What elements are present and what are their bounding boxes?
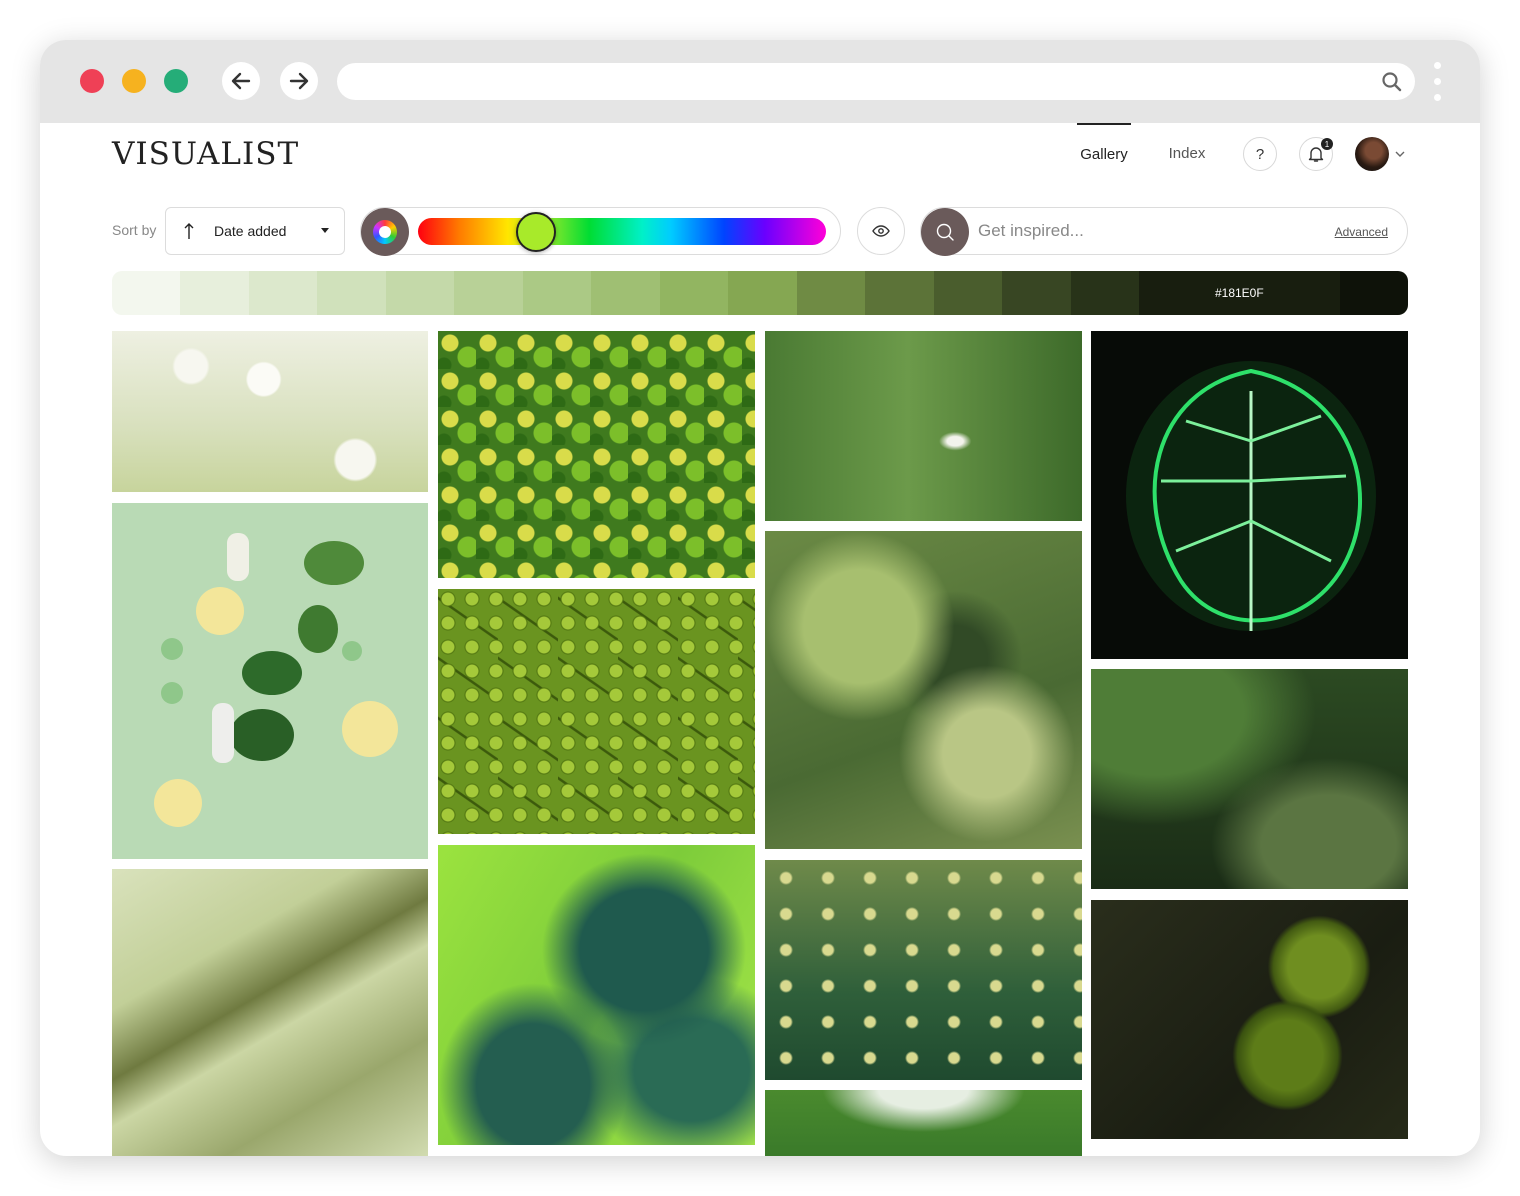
palette-swatch[interactable]	[1002, 271, 1071, 315]
arrow-right-icon	[289, 72, 309, 90]
palette-swatch[interactable]	[796, 271, 866, 315]
color-wheel-button[interactable]	[361, 208, 409, 256]
search-button[interactable]	[921, 208, 969, 256]
address-bar[interactable]	[337, 63, 1415, 100]
palette-swatch[interactable]	[522, 271, 592, 315]
palette-swatch[interactable]	[112, 271, 181, 315]
help-icon: ?	[1255, 145, 1265, 163]
gallery-image-vegetable-flatlay[interactable]	[112, 503, 428, 859]
palette-swatch[interactable]	[385, 271, 455, 315]
selected-color-hex: #181E0F	[1214, 286, 1264, 300]
gallery-image-green-lego-bricks[interactable]	[438, 589, 755, 834]
palette-swatch[interactable]	[865, 271, 934, 315]
palette-swatch-selected[interactable]: #181E0F	[1139, 271, 1340, 315]
notification-count-badge: 1	[1321, 138, 1333, 150]
gallery-image-tree-canopy[interactable]	[765, 1090, 1082, 1156]
palette-swatch[interactable]	[1070, 271, 1140, 315]
color-filter	[360, 207, 841, 256]
palette-swatch[interactable]	[180, 271, 249, 315]
gallery-image-rippling-water[interactable]	[765, 531, 1082, 849]
arrow-left-icon	[231, 72, 251, 90]
avatar[interactable]	[1355, 137, 1389, 171]
neon-leaf-graphic	[1126, 361, 1376, 631]
search-icon	[936, 223, 954, 241]
kebab-menu-icon[interactable]	[1432, 62, 1442, 102]
browser-window: VISUALIST Gallery Index ? 1 Sort by Date…	[40, 40, 1480, 1156]
gallery-image-green-limes-pile[interactable]	[438, 331, 755, 578]
hue-slider-handle[interactable]	[515, 212, 556, 252]
close-window-button[interactable]	[80, 69, 104, 93]
search-box: Get inspired... Advanced	[920, 207, 1408, 256]
flatlay-graphic	[154, 533, 398, 827]
preview-toggle-button[interactable]	[857, 207, 905, 255]
advanced-search-link[interactable]: Advanced	[1335, 225, 1388, 239]
search-input[interactable]: Get inspired...	[978, 221, 1084, 241]
tab-index[interactable]: Index	[1160, 123, 1214, 183]
maximize-window-button[interactable]	[164, 69, 188, 93]
palette-swatch[interactable]	[728, 271, 797, 315]
back-button[interactable]	[222, 62, 260, 100]
chevron-down-icon[interactable]	[1394, 148, 1406, 160]
caret-down-icon	[321, 228, 329, 233]
gallery-image-mossy-forest[interactable]	[1091, 669, 1408, 889]
sort-value: Date added	[214, 223, 287, 239]
sort-by-label: Sort by	[112, 222, 157, 238]
palette-swatch[interactable]	[659, 271, 729, 315]
app-logo[interactable]: VISUALIST	[112, 136, 299, 172]
gallery-image-white-wildflowers[interactable]	[112, 331, 428, 492]
gallery-image-dewy-grass-bokeh[interactable]	[765, 860, 1082, 1080]
forward-button[interactable]	[280, 62, 318, 100]
palette-swatch[interactable]	[317, 271, 386, 315]
palette-swatch[interactable]	[933, 271, 1003, 315]
search-icon[interactable]	[1381, 71, 1403, 93]
gallery-image-green-liquid-texture[interactable]	[112, 869, 428, 1156]
hue-slider-track[interactable]	[418, 218, 826, 245]
color-wheel-icon	[373, 220, 397, 244]
sort-dropdown[interactable]: Date added	[165, 207, 345, 255]
sort-ascending-icon	[184, 223, 194, 239]
gallery-image-daisy-in-grass[interactable]	[765, 331, 1082, 521]
gallery-image-green-blue-paint-marble[interactable]	[438, 845, 755, 1145]
gallery-image-neon-monstera-leaf[interactable]	[1091, 331, 1408, 659]
color-palette-strip: #181E0F	[112, 271, 1408, 315]
palette-swatch[interactable]	[1339, 271, 1408, 315]
minimize-window-button[interactable]	[122, 69, 146, 93]
help-button[interactable]: ?	[1243, 137, 1277, 171]
browser-toolbar	[40, 40, 1480, 123]
palette-swatch[interactable]	[248, 271, 318, 315]
eye-icon	[872, 225, 890, 237]
tab-gallery[interactable]: Gallery	[1077, 123, 1131, 183]
palette-swatch[interactable]	[591, 271, 660, 315]
palette-swatch[interactable]	[454, 271, 523, 315]
gallery-image-wet-limes-on-branch[interactable]	[1091, 900, 1408, 1139]
